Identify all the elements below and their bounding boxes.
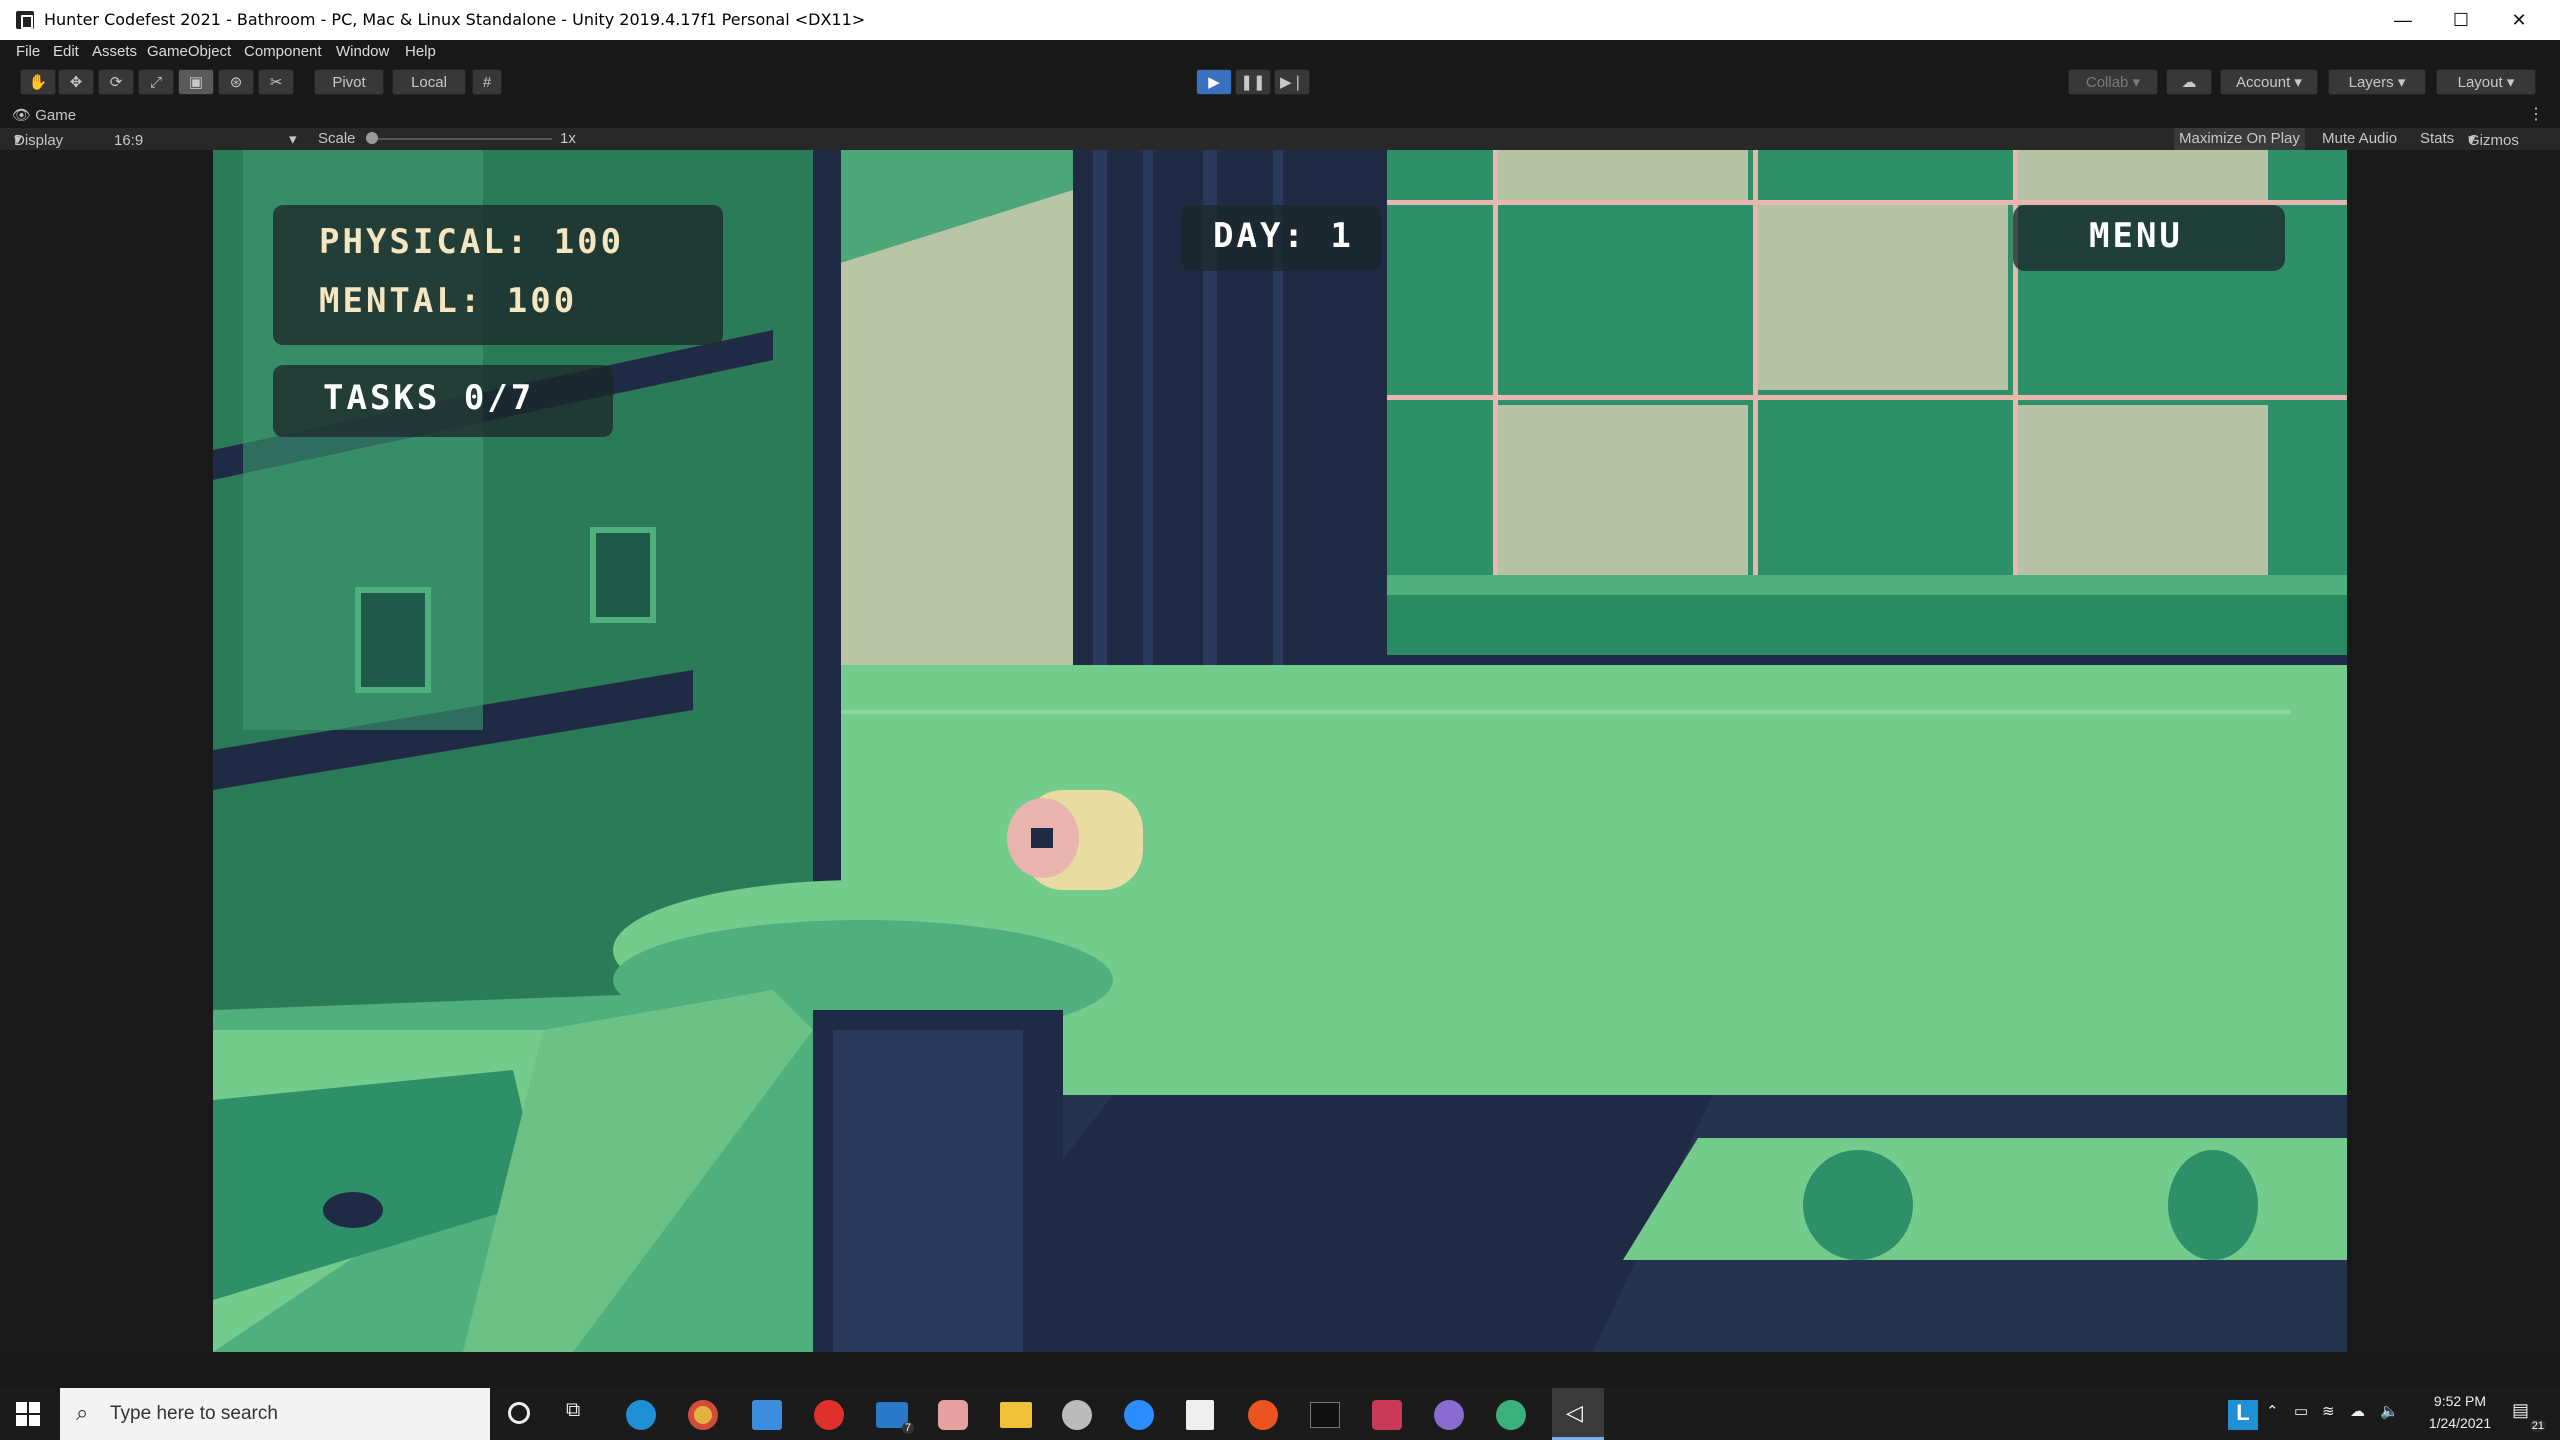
account-label: Account [2236, 73, 2291, 91]
mail-badge: 7 [901, 1422, 914, 1434]
pivot-toggle[interactable]: Pivot [314, 69, 384, 95]
tab-game[interactable]: 👁 Game [12, 106, 76, 124]
menu-component[interactable]: Component [244, 43, 322, 60]
account-dropdown[interactable]: Account ▾ [2220, 69, 2318, 95]
pause-button[interactable]: ❚❚ [1235, 69, 1271, 95]
unity-icon [16, 11, 34, 29]
cortana-icon[interactable] [508, 1402, 530, 1424]
maximize-on-play-toggle[interactable]: Maximize On Play [2174, 128, 2305, 150]
toolbar: ✋ ✥ ⟳ ⤢ ▣ ⊛ ✂ Pivot Local # ▶ ❚❚ ▶❘ Coll… [0, 62, 2560, 104]
document-icon[interactable] [1186, 1400, 1214, 1430]
move-tool-icon[interactable]: ✥ [58, 69, 94, 95]
local-toggle[interactable]: Local [392, 69, 466, 95]
zoom-icon[interactable] [1124, 1400, 1154, 1430]
day-counter: DAY: 1 [1213, 216, 1354, 256]
app-green-icon[interactable] [1496, 1400, 1526, 1430]
pivot-label: Pivot [332, 73, 366, 91]
store-icon[interactable] [752, 1400, 782, 1430]
rect-tool-icon[interactable]: ▣ [178, 69, 214, 95]
notification-count: 21 [2529, 1420, 2546, 1432]
window-title: Hunter Codefest 2021 - Bathroom - PC, Ma… [44, 10, 866, 29]
tray-overflow-icon[interactable]: ⌃ [2266, 1402, 2279, 1420]
search-icon: ⌕ [76, 1400, 89, 1425]
more-options-icon[interactable]: ⋮ [2528, 104, 2544, 124]
close-button[interactable]: ✕ [2490, 0, 2548, 40]
game-view-bar: Display 1 ▾ 16:9▾ Scale 1x Maximize On P… [0, 128, 2560, 166]
windows-start-icon[interactable] [16, 1402, 40, 1426]
rotate-tool-icon[interactable]: ⟳ [98, 69, 134, 95]
layers-dropdown[interactable]: Layers ▾ [2328, 69, 2426, 95]
custom-tool-icon[interactable]: ✂ [258, 69, 294, 95]
windows-taskbar: ⌕ Type here to search ⧉ 7 ◁ L ⌃ ▭ ≋ ☁ 🔈 … [0, 1388, 2560, 1440]
collab-label: Collab [2085, 73, 2129, 91]
unity-logo-icon: ◁ [1566, 1400, 1583, 1425]
mail-icon[interactable]: 7 [876, 1402, 914, 1434]
cloud-icon[interactable]: ☁ [2166, 69, 2212, 95]
scale-slider-track[interactable] [366, 138, 552, 140]
tasks-counter: TASKS 0/7 [323, 378, 535, 418]
menu-assets[interactable]: Assets [92, 43, 137, 60]
grid-snap-icon[interactable]: # [472, 69, 502, 95]
mute-audio-toggle[interactable]: Mute Audio [2322, 130, 2397, 147]
mental-stat: MENTAL: 100 [319, 281, 578, 321]
title-bar: Hunter Codefest 2021 - Bathroom - PC, Ma… [0, 0, 2560, 40]
cloud-tray-icon[interactable]: ☁ [2350, 1402, 2365, 1420]
task-view-icon[interactable]: ⧉ [566, 1399, 580, 1422]
network-icon[interactable]: ≋ [2322, 1402, 2335, 1420]
menu-window[interactable]: Window [336, 43, 389, 60]
notification-center-icon[interactable]: ▤ 21 [2512, 1400, 2546, 1432]
layout-dropdown[interactable]: Layout ▾ [2436, 69, 2536, 95]
chrome-icon[interactable] [688, 1400, 718, 1430]
gizmos-label: Gizmos [2468, 132, 2519, 149]
clock-time: 9:52 PM [2433, 1393, 2487, 1409]
physical-stat: PHYSICAL: 100 [319, 222, 625, 262]
file-explorer-icon[interactable] [1000, 1402, 1032, 1428]
github-desktop-icon[interactable] [1434, 1400, 1464, 1430]
hand-tool-icon[interactable]: ✋ [20, 69, 56, 95]
layout-label: Layout [2457, 73, 2503, 91]
collab-dropdown[interactable]: Collab ▾ [2068, 69, 2158, 95]
menu-file[interactable]: File [16, 43, 40, 60]
minimize-button[interactable]: — [2374, 0, 2432, 40]
scale-value: 1x [560, 130, 576, 147]
stats-toggle[interactable]: Stats [2420, 130, 2454, 147]
app-character-icon[interactable] [938, 1400, 968, 1430]
gizmos-dropdown[interactable]: Gizmos ▾ [2468, 130, 2519, 149]
taskbar-search-box[interactable]: ⌕ Type here to search [60, 1388, 490, 1440]
app-red-icon[interactable] [814, 1400, 844, 1430]
app-gray-icon[interactable] [1062, 1400, 1092, 1430]
layers-label: Layers [2348, 73, 2394, 91]
play-button[interactable]: ▶ [1196, 69, 1232, 95]
display-dropdown[interactable]: Display 1 ▾ [14, 130, 63, 166]
scale-tool-icon[interactable]: ⤢ [138, 69, 174, 95]
clock[interactable]: 9:52 PM 1/24/2021 [2410, 1393, 2510, 1431]
ubuntu-icon[interactable] [1248, 1400, 1278, 1430]
aspect-label: 16:9 [114, 132, 144, 149]
scale-slider-handle[interactable] [366, 132, 378, 144]
status-bar [0, 1352, 2560, 1368]
maximize-button[interactable]: ☐ [2432, 0, 2490, 40]
local-label: Local [411, 73, 447, 91]
menu-edit[interactable]: Edit [53, 43, 79, 60]
terminal-icon[interactable] [1310, 1402, 1340, 1428]
clock-date: 1/24/2021 [2428, 1415, 2492, 1431]
menu-bar: File Edit Assets GameObject Component Wi… [0, 40, 2560, 62]
transform-tool-icon[interactable]: ⊛ [218, 69, 254, 95]
unity-taskbar-icon[interactable]: ◁ [1552, 1388, 1604, 1440]
menu-button-label: MENU [2089, 216, 2183, 256]
game-view[interactable]: PHYSICAL: 100 MENTAL: 100 TASKS 0/7 DAY:… [213, 150, 2347, 1352]
search-placeholder: Type here to search [110, 1403, 278, 1424]
app-l-icon[interactable]: L [2228, 1400, 2258, 1430]
scale-label: Scale [318, 130, 356, 147]
edge-icon[interactable] [626, 1400, 656, 1430]
menu-gameobject[interactable]: GameObject [147, 43, 231, 60]
tab-game-label: Game [35, 107, 77, 124]
menu-help[interactable]: Help [405, 43, 436, 60]
volume-icon[interactable]: 🔈 [2380, 1402, 2399, 1420]
app-pink-icon[interactable] [1372, 1400, 1402, 1430]
device-icon[interactable]: ▭ [2294, 1402, 2308, 1420]
game-tab-bar: 👁 Game ⋮ [0, 104, 2560, 128]
step-button[interactable]: ▶❘ [1274, 69, 1310, 95]
